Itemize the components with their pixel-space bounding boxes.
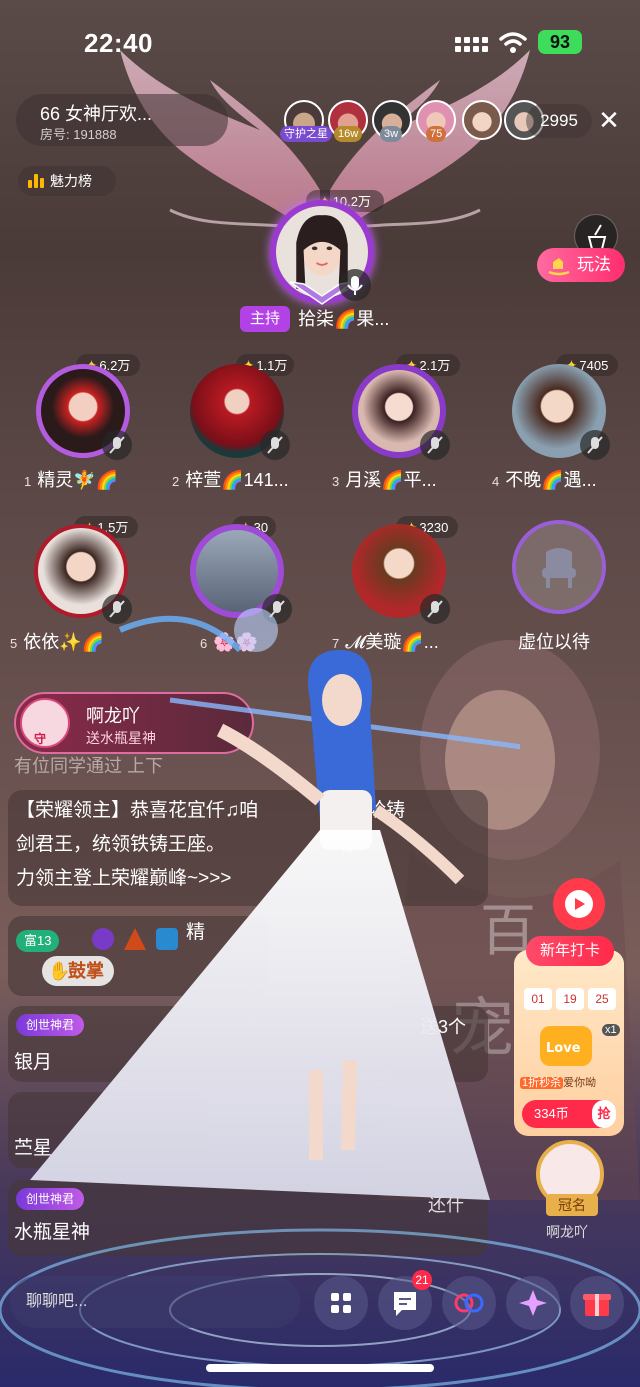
room-info[interactable]: 66 女神厅欢... 房号: 191888	[16, 94, 228, 146]
effects-button[interactable]	[506, 1276, 560, 1330]
link-mic-button[interactable]	[442, 1276, 496, 1330]
clock: 22:40	[84, 28, 153, 58]
room-title: 66 女神厅欢...	[40, 104, 153, 124]
microphone-icon[interactable]	[339, 269, 371, 301]
apps-button[interactable]	[314, 1276, 368, 1330]
charm-rank-label: 魅力榜	[50, 173, 92, 189]
bar-chart-icon	[28, 174, 46, 188]
status-bar: 22:40 93	[0, 0, 640, 88]
seat-name-2: 2 梓萱🌈141...	[172, 470, 289, 490]
mic-muted-icon	[102, 430, 132, 460]
seat-name-3: 3 月溪🌈平...	[332, 470, 437, 490]
link-icon	[454, 1293, 484, 1313]
cellular-signal-icon	[455, 34, 489, 52]
host-name: 拾柒🌈果...	[298, 309, 390, 329]
empty-seat[interactable]	[512, 520, 606, 614]
charm-rank-button[interactable]: 魅力榜	[18, 166, 116, 196]
notification-badge: 21	[412, 1270, 432, 1290]
rocking-horse-icon	[548, 258, 570, 276]
grid-icon	[331, 1293, 351, 1313]
host-role-badge: 主持	[240, 306, 291, 332]
gift-icon	[583, 1294, 611, 1316]
seat-name-1: 1 精灵🧚🌈	[24, 470, 119, 490]
new-year-check-in[interactable]: 新年打卡	[526, 936, 614, 966]
play-button[interactable]: 玩法	[537, 248, 625, 282]
mic-muted-icon	[580, 430, 610, 460]
viewer-badge: 16w	[334, 126, 363, 142]
play-label: 玩法	[577, 255, 611, 274]
purchase-button[interactable]: 334币 抢	[522, 1100, 616, 1128]
gift-button[interactable]	[570, 1276, 624, 1330]
home-indicator	[206, 1364, 434, 1372]
seat-name-4: 4 不晚🌈遇...	[492, 470, 597, 490]
mic-muted-icon	[260, 430, 290, 460]
guardian-star-badge: 守护之星	[280, 126, 332, 142]
battery-indicator: 93	[538, 30, 582, 54]
room-id: 房号: 191888	[40, 127, 117, 142]
viewer-badge: 3w	[380, 126, 403, 142]
online-count[interactable]: 2995	[526, 104, 592, 138]
top-viewer-avatar[interactable]	[462, 100, 502, 140]
chair-icon	[542, 548, 576, 588]
love-you-icon: Love	[540, 1026, 592, 1066]
wifi-icon	[499, 32, 527, 53]
gift-animation-character	[30, 608, 520, 1200]
mascot-icon	[553, 878, 605, 930]
empty-seat-label: 虚位以待	[518, 632, 590, 652]
close-icon[interactable]: ✕	[594, 104, 624, 136]
viewer-badge: 75	[426, 126, 447, 142]
svg-text:Love: Love	[546, 1041, 581, 1056]
messages-button[interactable]: 21	[378, 1270, 432, 1330]
sparkle-icon	[519, 1290, 547, 1316]
new-year-card[interactable]: 01 19 25 x1 Love 1折秒杀 爱你呦 334币 抢	[514, 950, 624, 1136]
mic-muted-icon	[420, 430, 450, 460]
chat-input[interactable]: 聊聊吧...	[10, 1276, 300, 1328]
